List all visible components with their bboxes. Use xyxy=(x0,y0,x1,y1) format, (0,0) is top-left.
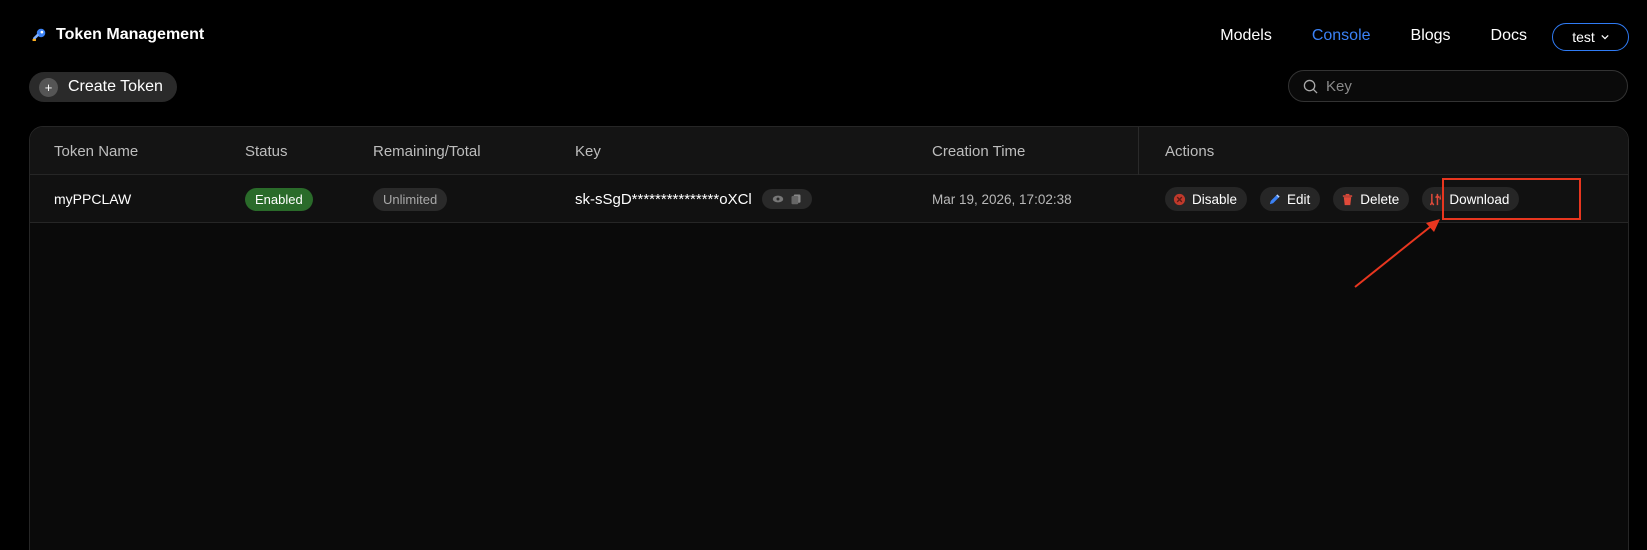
edit-label: Edit xyxy=(1287,191,1311,207)
copy-icon[interactable] xyxy=(790,193,802,205)
creation-time: Mar 19, 2026, 17:02:38 xyxy=(932,191,1072,207)
annotation-arrow xyxy=(1354,219,1440,288)
search-input[interactable] xyxy=(1326,77,1606,95)
top-nav: Models Console Blogs Docs xyxy=(1220,27,1527,45)
brand: Token Management xyxy=(30,26,204,44)
top-bar: Token Management Models Console Blogs Do… xyxy=(0,0,1647,72)
edit-button[interactable]: Edit xyxy=(1260,187,1321,211)
token-name: myPPCLAW xyxy=(54,191,132,207)
pencil-icon xyxy=(1269,193,1280,204)
create-token-label: Create Token xyxy=(68,78,163,95)
plus-icon: + xyxy=(39,77,58,97)
search-icon xyxy=(1303,79,1318,94)
eye-icon[interactable] xyxy=(772,193,784,205)
token-key: sk-sSgD***************oXCl xyxy=(575,190,752,208)
col-creation-time: Creation Time xyxy=(932,143,1026,160)
nav-console[interactable]: Console xyxy=(1312,27,1371,45)
status-badge: Enabled xyxy=(245,187,313,211)
col-status: Status xyxy=(245,143,288,160)
delete-label: Delete xyxy=(1360,191,1400,207)
annotation-highlight-box xyxy=(1442,178,1581,220)
create-token-button[interactable]: + Create Token xyxy=(29,72,177,102)
nav-blogs[interactable]: Blogs xyxy=(1411,27,1451,45)
token-table: Token Name Status Remaining/Total Key Cr… xyxy=(29,126,1629,550)
table-header: Token Name Status Remaining/Total Key Cr… xyxy=(30,127,1628,175)
search-box[interactable] xyxy=(1288,70,1628,102)
nav-docs[interactable]: Docs xyxy=(1491,27,1527,45)
chevron-down-icon xyxy=(1601,34,1609,40)
col-key: Key xyxy=(575,143,601,160)
remaining-badge: Unlimited xyxy=(373,187,448,211)
delete-button[interactable]: Delete xyxy=(1333,187,1410,211)
key-tools xyxy=(761,189,812,209)
page-title: Token Management xyxy=(56,26,205,43)
disable-button[interactable]: Disable xyxy=(1165,187,1248,211)
trash-icon xyxy=(1343,193,1353,205)
col-actions: Actions xyxy=(1165,143,1215,160)
col-token-name: Token Name xyxy=(54,143,139,160)
user-menu-button[interactable]: test xyxy=(1552,23,1629,51)
stop-icon xyxy=(1173,193,1186,205)
nav-models[interactable]: Models xyxy=(1220,27,1272,45)
col-remaining: Remaining/Total xyxy=(373,143,481,160)
key-icon xyxy=(32,28,46,41)
user-name: test xyxy=(1572,29,1595,45)
disable-label: Disable xyxy=(1192,191,1238,207)
